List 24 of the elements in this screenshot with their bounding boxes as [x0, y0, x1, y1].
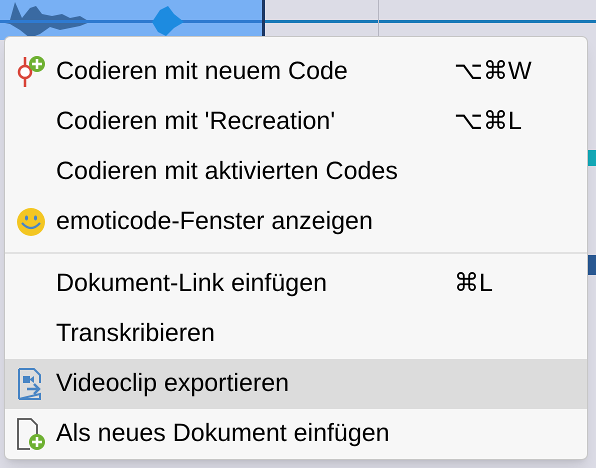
code-plus-icon	[16, 55, 46, 89]
menu-item[interactable]: Dokument-Link einfügen ⌘L	[5, 259, 587, 309]
menu-item-label: emoticode-Fenster anzeigen	[56, 206, 374, 238]
menu-item[interactable]: Codieren mit neuem Code ⌥⌘W	[5, 47, 587, 97]
menu-item-label: Dokument-Link einfügen	[56, 268, 328, 300]
new-document-icon	[16, 417, 46, 451]
smiley-icon	[16, 207, 46, 237]
shortcut-label: ⌘L	[454, 268, 493, 300]
menu-item-label: Codieren mit aktivierten Codes	[56, 156, 399, 188]
shortcut-label: ⌥⌘W	[454, 56, 532, 88]
menu-item-label: Als neues Dokument einfügen	[56, 418, 391, 450]
menu-item[interactable]: Codieren mit 'Recreation' ⌥⌘L	[5, 97, 587, 147]
menu-item[interactable]: Transkribieren	[5, 309, 587, 359]
shortcut-label: ⌥⌘L	[454, 106, 522, 138]
menu-item[interactable]: emoticode-Fenster anzeigen	[5, 197, 587, 247]
menu-item[interactable]: Als neues Dokument einfügen	[5, 409, 587, 459]
timeline-segment	[588, 255, 596, 275]
timeline-segment	[588, 150, 596, 166]
menu-item[interactable]: Videoclip exportieren	[5, 359, 587, 409]
menu-item-label: Codieren mit 'Recreation'	[56, 106, 336, 138]
menu-item-label: Videoclip exportieren	[56, 368, 290, 400]
menu-item-label: Transkribieren	[56, 318, 216, 350]
menu-item-label: Codieren mit neuem Code	[56, 56, 349, 88]
menu-item[interactable]: Codieren mit aktivierten Codes	[5, 147, 587, 197]
